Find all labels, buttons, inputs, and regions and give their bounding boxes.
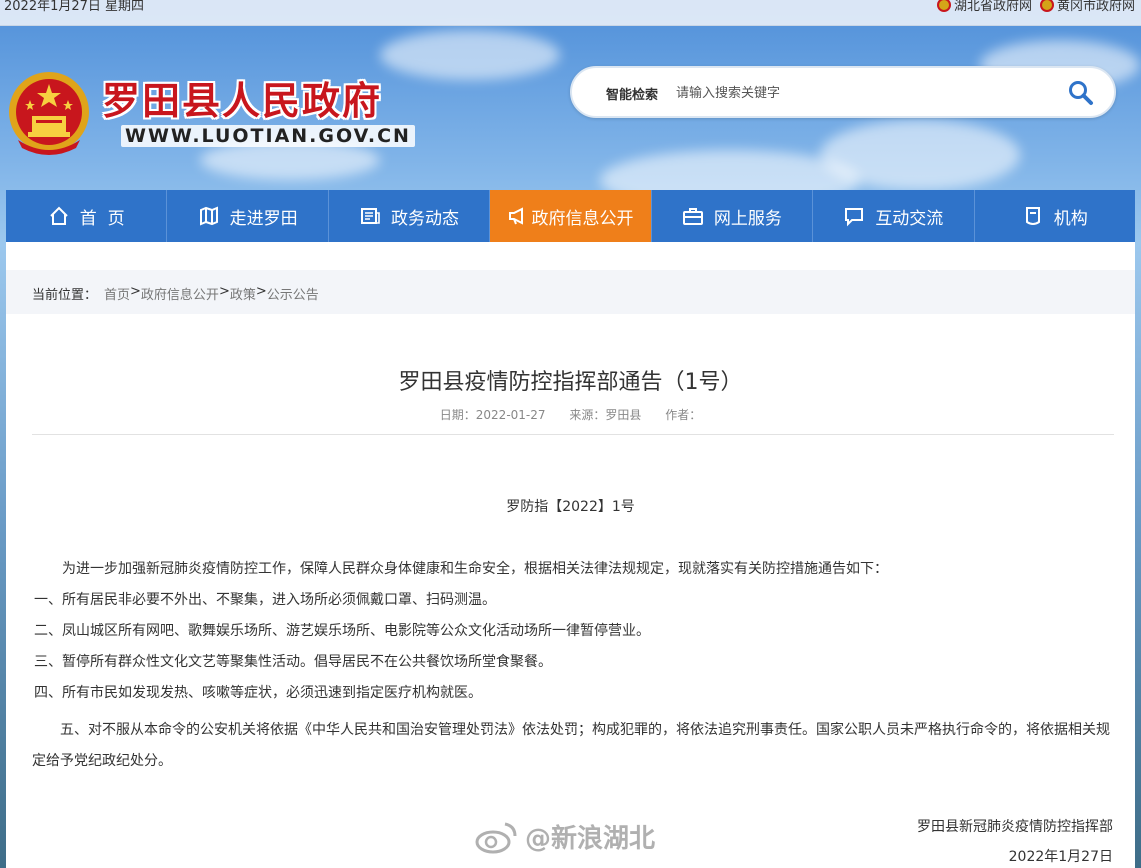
emblem-icon [1039, 0, 1054, 12]
link-hubei-gov[interactable]: 湖北省政府网 [936, 0, 1032, 14]
nav-item-agencies[interactable]: 机构 [975, 190, 1135, 242]
content-panel: 当前位置： 首页 > 政府信息公开 > 政策 > 公示公告 罗田县疫情防控指挥部… [6, 242, 1135, 868]
weibo-icon [475, 822, 517, 853]
watermark-text: @新浪湖北 [525, 824, 656, 854]
signer: 罗田县新冠肺炎疫情防控指挥部 [917, 819, 1113, 835]
breadcrumb-trail: 首页 > 政府信息公开 > 政策 > 公示公告 [104, 284, 319, 303]
watermark: @新浪湖北 [475, 818, 655, 855]
national-emblem-icon [9, 72, 89, 155]
link-label: 黄冈市政府网 [1056, 0, 1135, 14]
nav-item-home[interactable]: 首 页 [6, 190, 168, 242]
sign-date: 2022年1月27日 [1008, 849, 1113, 865]
breadcrumb-policy[interactable]: 政策 [230, 284, 256, 303]
breadcrumb-home[interactable]: 首页 [104, 284, 130, 303]
chat-icon [845, 208, 864, 227]
breadcrumb-gov-info[interactable]: 政府信息公开 [141, 284, 219, 303]
megaphone-icon [509, 207, 524, 225]
article-title: 罗田县疫情防控指挥部通告（1号） [398, 370, 743, 395]
article-date: 日期：2022-01-27 [439, 408, 546, 422]
breadcrumb-separator: > [218, 284, 230, 299]
news-icon [361, 208, 380, 224]
nav-label: 网上服务 [713, 208, 782, 229]
breadcrumb: 当前位置： 首页 > 政府信息公开 > 政策 > 公示公告 [6, 270, 1135, 314]
document-number: 罗防指【2022】1号 [506, 499, 635, 515]
paragraph-2: 二、凤山城区所有网吧、歌舞娱乐场所、游艺娱乐场所、电影院等公众文化活动场所一律暂… [34, 623, 650, 639]
article-meta: 日期：2022-01-27 来源：罗田县 作者： [6, 406, 1135, 423]
search-input[interactable] [676, 78, 1036, 108]
site-url: WWW.LUOTIAN.GOV.CN [121, 125, 415, 147]
external-links: 湖北省政府网 黄冈市政府网 [936, 0, 1135, 14]
paragraph-intro: 为进一步加强新冠肺炎疫情防控工作，保障人民群众身体健康和生命安全，根据相关法律法… [62, 561, 888, 577]
nav-item-gov-info[interactable]: 政府信息公开 [490, 190, 652, 242]
search-label: 智能检索 [606, 88, 659, 103]
nav-label: 机构 [1053, 208, 1088, 229]
nav-item-services[interactable]: 网上服务 [652, 190, 814, 242]
article-author: 作者： [665, 408, 702, 422]
paragraph-3: 三、暂停所有群众性文化文艺等聚集性活动。倡导居民不在公共餐饮场所堂食聚餐。 [34, 654, 552, 670]
briefcase-icon [682, 208, 703, 225]
search-icon[interactable] [1068, 80, 1094, 106]
link-huanggang-gov[interactable]: 黄冈市政府网 [1039, 0, 1135, 14]
map-icon [199, 206, 218, 226]
nav-label: 首 页 [79, 208, 125, 229]
breadcrumb-separator: > [255, 284, 267, 299]
search-box: 智能检索 [570, 66, 1116, 118]
nav-item-interaction[interactable]: 互动交流 [813, 190, 975, 242]
emblem-icon [936, 0, 951, 12]
article-source: 来源：罗田县 [569, 408, 642, 422]
paragraph-4: 四、所有市民如发现发热、咳嗽等症状，必须迅速到指定医疗机构就医。 [34, 685, 482, 701]
current-date: 2022年1月27日 星期四 [4, 0, 145, 14]
nav-item-news[interactable]: 政务动态 [329, 190, 491, 242]
paragraph-1: 一、所有居民非必要不外出、不聚集，进入场所必须佩戴口罩、扫码测温。 [34, 592, 496, 608]
link-label: 湖北省政府网 [953, 0, 1032, 14]
breadcrumb-notices[interactable]: 公示公告 [267, 284, 319, 303]
breadcrumb-label: 当前位置： [32, 288, 98, 303]
top-bar: 2022年1月27日 星期四 湖北省政府网 黄冈市政府网 [0, 0, 1141, 26]
divider [32, 434, 1114, 435]
nav-label: 政务动态 [391, 208, 460, 229]
nav-label: 互动交流 [875, 208, 944, 229]
site-title[interactable]: 罗田县人民政府 [102, 70, 382, 125]
breadcrumb-separator: > [130, 284, 141, 299]
paragraph-5: 五、对不服从本命令的公安机关将依据《中华人民共和国治安管理处罚法》依法处罚；构成… [32, 722, 1110, 769]
nav-label: 政府信息公开 [531, 208, 634, 229]
home-icon [50, 206, 68, 225]
nav-label: 走进罗田 [229, 208, 298, 229]
main-nav: 首 页 走进罗田 政务动态 政府信息公开 网上服务 互动交流 机构 [6, 190, 1135, 242]
building-icon [1025, 207, 1040, 225]
nav-item-about[interactable]: 走进罗田 [167, 190, 329, 242]
